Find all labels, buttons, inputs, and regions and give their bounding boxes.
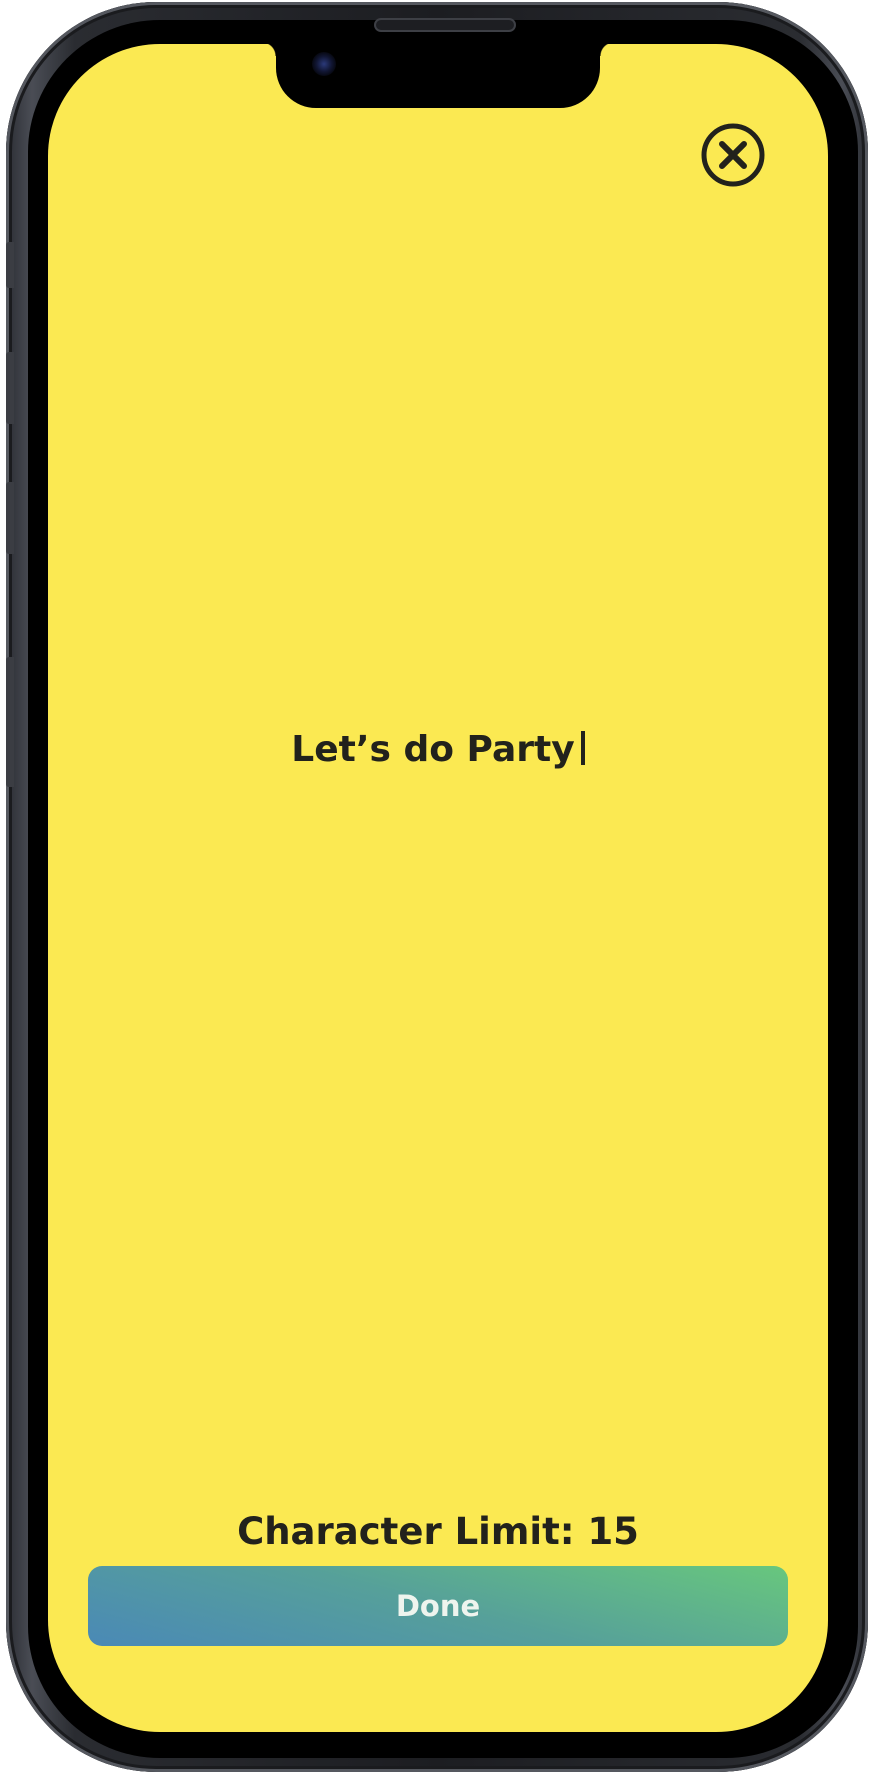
text-input-display[interactable]: Let’s do Party	[48, 720, 828, 780]
close-circle-icon	[701, 123, 765, 187]
entered-text: Let’s do Party	[291, 729, 575, 770]
close-button[interactable]	[700, 122, 766, 188]
character-limit-label: Character Limit: 15	[237, 1510, 639, 1553]
done-button[interactable]: Done	[88, 1566, 788, 1646]
front-camera	[312, 52, 336, 76]
notch	[262, 44, 614, 108]
volume-up-button	[6, 352, 14, 424]
done-button-label: Done	[395, 1589, 481, 1623]
volume-down-button	[6, 482, 14, 554]
speaker-grille	[374, 18, 516, 32]
mute-switch	[6, 242, 14, 288]
text-cursor	[580, 731, 585, 765]
power-button	[6, 657, 14, 787]
text-editor-screen: Let’s do Party Character Limit: 15 Done	[48, 44, 828, 1732]
